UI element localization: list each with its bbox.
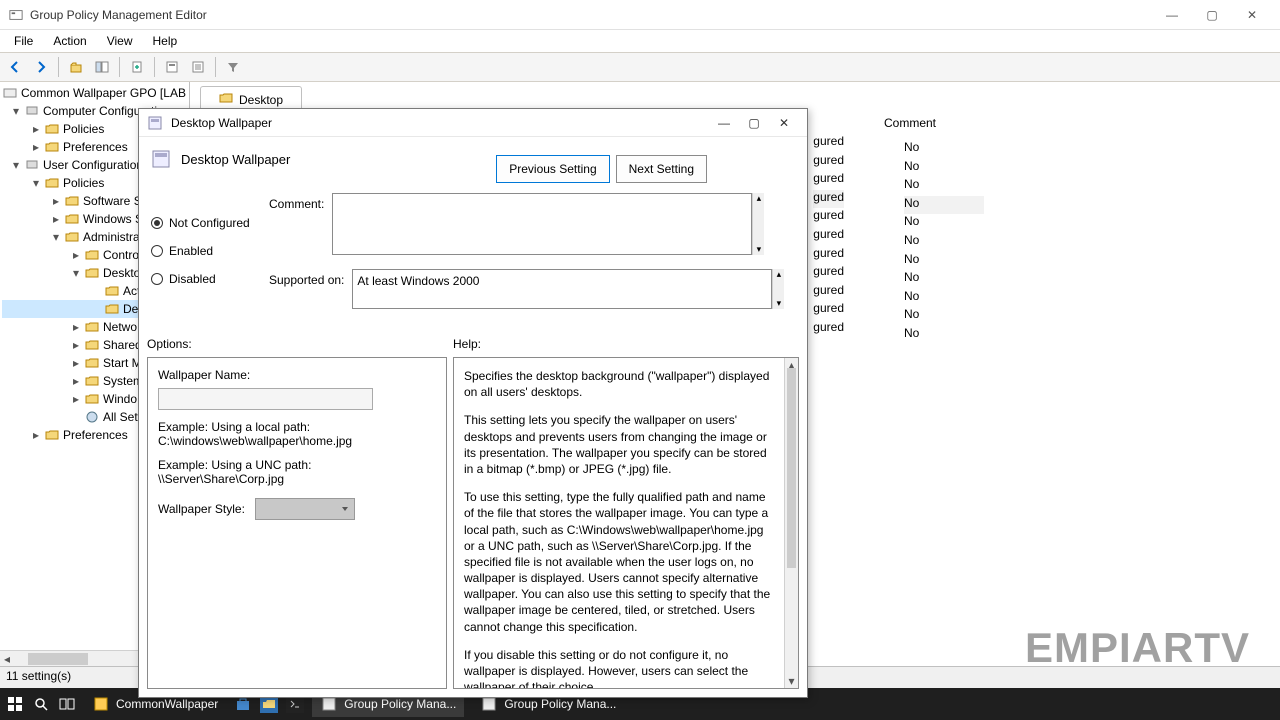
example-local-1: Example: Using a local path:	[158, 420, 436, 434]
menu-file[interactable]: File	[4, 32, 43, 50]
help-scrollbar[interactable]: ▴ ▾	[784, 358, 798, 688]
wallpaper-style-select[interactable]	[255, 498, 355, 520]
back-button[interactable]	[4, 56, 26, 78]
close-button[interactable]: ✕	[1232, 0, 1272, 30]
setting-dialog: Desktop Wallpaper — ▢ ✕ Desktop Wallpape…	[138, 108, 808, 698]
radio-enabled[interactable]: Enabled	[151, 237, 250, 265]
help-p2: This setting lets you specify the wallpa…	[464, 412, 776, 477]
next-setting-button[interactable]: Next Setting	[616, 155, 707, 183]
toolbar	[0, 52, 1280, 82]
help-label: Help:	[453, 335, 799, 353]
comment-textarea[interactable]	[332, 193, 752, 255]
options-label: Options:	[147, 335, 447, 353]
example-local-2: C:\windows\web\wallpaper\home.jpg	[158, 434, 436, 448]
app-icon	[8, 7, 24, 23]
wallpaper-name-label: Wallpaper Name:	[158, 368, 436, 382]
start-button[interactable]	[6, 695, 24, 713]
previous-setting-button[interactable]: Previous Setting	[496, 155, 609, 183]
wallpaper-name-input[interactable]	[158, 388, 373, 410]
show-hide-tree-button[interactable]	[91, 56, 113, 78]
forward-button[interactable]	[30, 56, 52, 78]
comment-header: Comment	[844, 110, 1044, 136]
help-p1: Specifies the desktop background ("wallp…	[464, 368, 776, 400]
menu-view[interactable]: View	[97, 32, 143, 50]
filter-button[interactable]	[222, 56, 244, 78]
tree-root[interactable]: Common Wallpaper GPO [LAB	[2, 84, 189, 102]
comment-label: Comment:	[269, 193, 324, 211]
maximize-button[interactable]: ▢	[1192, 0, 1232, 30]
setting-icon	[151, 149, 171, 169]
status-text: 11 setting(s)	[6, 669, 71, 683]
supported-scrollbar[interactable]: ▴▾	[772, 269, 784, 309]
dialog-title: Desktop Wallpaper	[171, 116, 709, 130]
example-unc-2: \\Server\Share\Corp.jpg	[158, 472, 436, 486]
menu-help[interactable]: Help	[143, 32, 188, 50]
comment-column: Comment NoNoNo No NoNoNo NoNoNo No	[844, 110, 1044, 345]
dialog-minimize-button[interactable]: —	[709, 112, 739, 134]
setting-heading: Desktop Wallpaper	[181, 152, 290, 167]
up-button[interactable]	[65, 56, 87, 78]
minimize-button[interactable]: —	[1152, 0, 1192, 30]
dialog-close-button[interactable]: ✕	[769, 112, 799, 134]
menu-action[interactable]: Action	[43, 32, 96, 50]
window-titlebar: Group Policy Management Editor — ▢ ✕	[0, 0, 1280, 30]
tab-label: Desktop	[239, 93, 283, 107]
dialog-titlebar: Desktop Wallpaper — ▢ ✕	[139, 109, 807, 137]
task-view-icon[interactable]	[58, 695, 76, 713]
radio-not-configured[interactable]: Not Configured	[151, 209, 250, 237]
state-column: guredguredgured gured guredguredgured gu…	[813, 134, 844, 339]
wallpaper-style-label: Wallpaper Style:	[158, 502, 245, 516]
search-icon[interactable]	[32, 695, 50, 713]
menu-bar: File Action View Help	[0, 30, 1280, 52]
help-p3: To use this setting, type the fully qual…	[464, 489, 776, 635]
comment-scrollbar[interactable]: ▴▾	[752, 193, 764, 255]
dialog-maximize-button[interactable]: ▢	[739, 112, 769, 134]
options-panel: Wallpaper Name: Example: Using a local p…	[147, 357, 447, 689]
properties-button[interactable]	[161, 56, 183, 78]
help-p4: If you disable this setting or do not co…	[464, 647, 776, 689]
export-button[interactable]	[126, 56, 148, 78]
dialog-icon	[147, 115, 163, 131]
watermark: EMPIARTV	[1025, 624, 1250, 672]
folder-icon	[219, 91, 233, 108]
supported-on-box: At least Windows 2000	[352, 269, 772, 309]
help-panel: Specifies the desktop background ("wallp…	[453, 357, 799, 689]
supported-label: Supported on:	[269, 269, 344, 287]
radio-disabled[interactable]: Disabled	[151, 265, 250, 293]
window-title: Group Policy Management Editor	[30, 8, 207, 22]
example-unc-1: Example: Using a UNC path:	[158, 458, 436, 472]
list-button[interactable]	[187, 56, 209, 78]
